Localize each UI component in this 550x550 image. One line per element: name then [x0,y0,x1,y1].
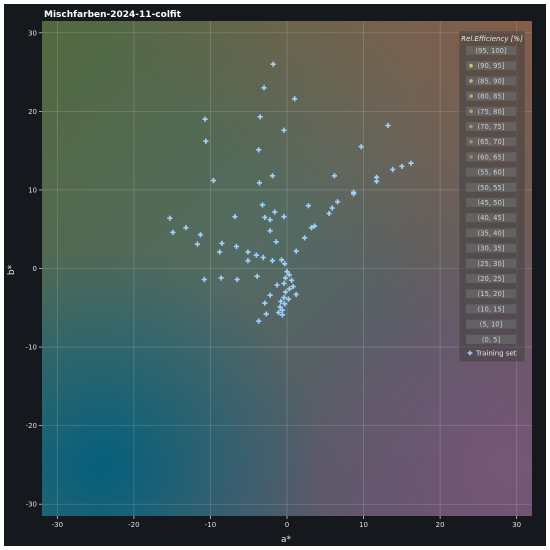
y-tick-label: 30 [28,29,37,37]
scatter-chart: Mischfarben-2024-11-colfit -30 -20 -10 0 10 2… [7,10,532,545]
legend: Rel.Efficiency [%] (95, 100] (90, 95] (85,… [458,30,526,363]
legend-bin-label: (10, 15] [478,305,505,313]
legend-bin-label: (5, 10] [480,321,503,329]
legend-marker-dot [469,124,473,129]
legend-bin-label: (50, 55] [478,184,505,192]
y-tick-label: -20 [26,422,37,430]
legend-marker-dot [469,79,473,83]
chart-title: Mischfarben-2024-11-colfit [44,10,182,20]
y-tick-label: 10 [28,186,37,194]
x-tick-label: 30 [512,521,521,529]
x-tick-label: 20 [436,521,445,529]
legend-bin-label: (60, 65] [478,153,505,161]
chart-figure: Mischfarben-2024-11-colfit -30 -20 -10 0 10 2… [4,4,546,546]
legend-bin-label: (20, 25] [478,275,505,283]
legend-bin-label: (25, 30] [478,260,505,268]
legend-marker-dot [469,109,473,114]
x-tick-label: -10 [205,521,216,529]
legend-bin-label: (85, 90] [478,77,505,85]
legend-label-training-set: Training set [475,350,517,358]
legend-marker-dot [469,63,473,68]
legend-bin-label: (95, 100] [475,47,507,55]
x-tick-label: 0 [285,521,289,529]
legend-bin-label: (45, 50] [478,199,505,207]
legend-bin-label: (90, 95] [478,62,505,70]
y-tick-label: -30 [26,501,37,509]
legend-bin-label: (65, 70] [478,138,505,146]
y-axis-label: b* [7,264,17,275]
x-tick-label: -20 [128,521,139,529]
y-tick-label: -10 [26,344,37,352]
x-tick-label: -30 [52,521,63,529]
legend-bin-label: (0, 5] [482,336,501,344]
legend-title: Rel.Efficiency [%] [461,35,523,43]
legend-bin-label: (35, 40] [478,229,505,237]
legend-bin-label: (70, 75] [478,123,505,131]
y-tick-label: 0 [33,265,37,273]
legend-bin-label: (40, 45] [478,214,505,222]
legend-bin-label: (30, 35] [478,245,505,253]
legend-bin-label: (75, 80] [478,108,505,116]
legend-bin-label: (80, 85] [478,93,505,101]
legend-bin-label: (15, 20] [478,290,505,298]
legend-bin-label: (55, 60] [478,169,505,177]
legend-marker-dot [469,94,473,98]
y-tick-label: 20 [28,108,37,116]
x-axis-label: a* [281,535,292,545]
legend-marker-dot [469,139,473,144]
x-tick-label: 10 [359,521,368,529]
legend-marker-dot [469,155,473,159]
